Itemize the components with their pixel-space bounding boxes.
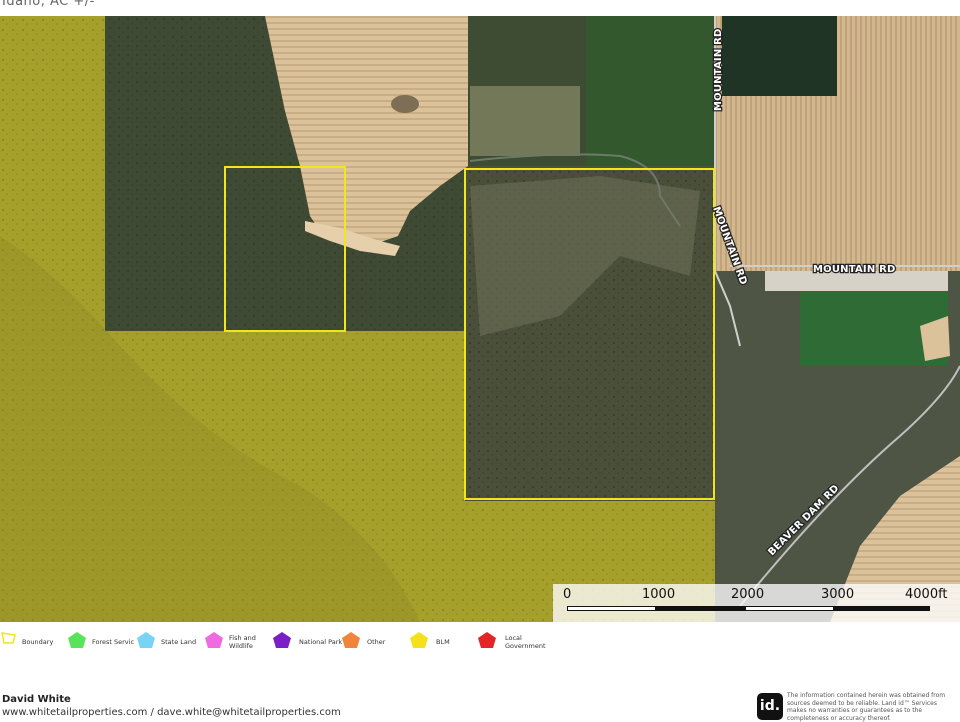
other-icon: [342, 632, 360, 648]
national-park-icon: [273, 632, 291, 648]
scale-segment-3: [745, 606, 834, 611]
scale-label-0: 0: [563, 587, 572, 602]
blm-icon: [410, 632, 428, 648]
aerial-map[interactable]: MOUNTAIN RD MOUNTAIN RD MOUNTAIN RD BEAV…: [0, 16, 960, 622]
map-title: Idaho, AC +/-: [2, 0, 95, 9]
scale-bar: 0 1000 2000 3000 4000ft: [553, 584, 960, 622]
road-label-mountain-1: MOUNTAIN RD: [713, 29, 724, 112]
map-legend: Boundary Forest Servic State Land Fish a…: [0, 630, 960, 656]
field-dark-green: [722, 16, 837, 96]
disclaimer-text: The information contained herein was obt…: [787, 692, 946, 722]
agent-contact[interactable]: www.whitetailproperties.com / dave.white…: [2, 707, 341, 718]
local-government-icon: [478, 632, 496, 648]
state-land-icon: [137, 632, 155, 648]
agent-name: David White: [2, 694, 71, 705]
land-id-logo: id.: [757, 693, 783, 720]
field-pond: [391, 95, 419, 113]
scale-label-2000: 2000: [731, 587, 765, 602]
field-green-pivot: [586, 16, 716, 166]
scale-segment-4: [834, 606, 930, 611]
map-canvas: MOUNTAIN RD MOUNTAIN RD MOUNTAIN RD BEAV…: [0, 16, 960, 622]
map-header: Idaho, AC +/-: [0, 0, 960, 16]
boundary-icon: [1, 632, 16, 644]
field-light-1: [470, 86, 580, 156]
forest-service-icon: [68, 632, 86, 648]
scale-label-1000: 1000: [642, 587, 676, 602]
scale-label-4000: 4000ft: [905, 587, 948, 602]
scale-segment-1: [567, 606, 656, 611]
fish-wildlife-icon: [205, 632, 223, 648]
road-label-mountain-3: MOUNTAIN RD: [813, 264, 896, 275]
scale-label-3000: 3000: [821, 587, 855, 602]
scale-segment-2: [656, 606, 745, 611]
